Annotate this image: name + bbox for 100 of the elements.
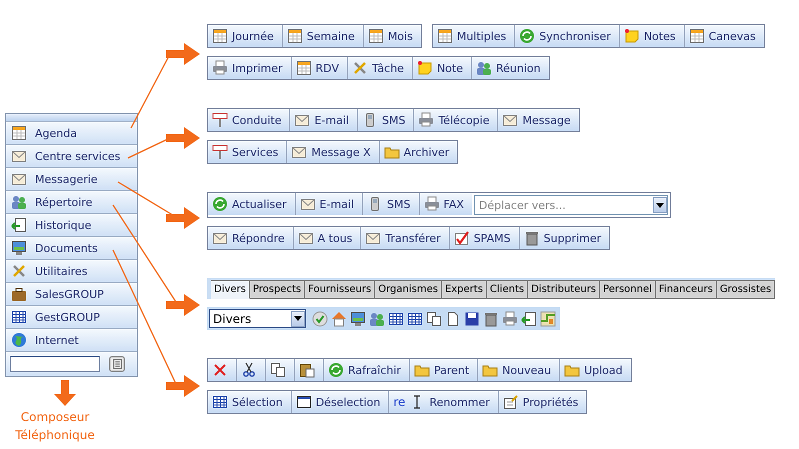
phone-number-field[interactable] bbox=[10, 356, 100, 372]
tab[interactable]: Divers bbox=[211, 280, 250, 299]
sidebar-item[interactable]: Agenda bbox=[6, 122, 137, 145]
envelope-icon bbox=[291, 144, 308, 160]
toolbar-button[interactable] bbox=[236, 359, 265, 381]
sidebar-item[interactable]: Répertoire bbox=[6, 191, 137, 214]
sidebar-item[interactable]: Utilitaires bbox=[6, 260, 137, 283]
toolbar-button[interactable]: Nouveau bbox=[477, 359, 560, 381]
briefcase-icon bbox=[11, 286, 27, 302]
toolbar-button[interactable]: Propriétés bbox=[498, 391, 586, 413]
envelope-icon bbox=[365, 230, 382, 246]
tab[interactable]: Clients bbox=[486, 280, 528, 299]
envelope-icon bbox=[502, 112, 518, 128]
tab[interactable]: Fournisseurs bbox=[305, 280, 376, 299]
toolbar-button[interactable]: Message bbox=[497, 109, 579, 131]
envelope-icon bbox=[300, 196, 316, 212]
toolbar-button[interactable]: Notes bbox=[618, 25, 684, 47]
toolbar-button[interactable]: Journée bbox=[208, 25, 282, 47]
sidebar-item[interactable]: SalesGROUP bbox=[6, 283, 137, 306]
toolbar-button[interactable] bbox=[265, 359, 294, 381]
sidebar-item[interactable]: Messagerie bbox=[6, 168, 137, 191]
toolbar-button[interactable]: Upload bbox=[559, 359, 631, 381]
tab[interactable]: Distributeurs bbox=[528, 280, 600, 299]
properties-icon bbox=[502, 394, 519, 410]
toolbar-button[interactable]: Répondre bbox=[208, 227, 293, 249]
toolbar-button[interactable]: Semaine bbox=[282, 25, 363, 47]
sync-icon bbox=[212, 196, 228, 212]
arrow-page-icon bbox=[11, 217, 27, 233]
grip-handle[interactable] bbox=[6, 114, 137, 122]
toolbar-button[interactable]: Réunion bbox=[471, 57, 549, 79]
toolbar-button[interactable] bbox=[464, 310, 480, 326]
toolbar-button[interactable]: Transférer bbox=[360, 227, 449, 249]
toolbar-button[interactable] bbox=[350, 310, 366, 326]
toolbar-button[interactable]: E-mail bbox=[289, 109, 357, 131]
people-icon bbox=[11, 194, 27, 210]
checkmark-icon bbox=[312, 310, 328, 326]
printer-icon bbox=[502, 310, 518, 326]
printer-icon bbox=[424, 196, 440, 212]
caret-icon bbox=[291, 310, 305, 326]
calendar-icon bbox=[688, 28, 705, 44]
toolbar-button[interactable]: Télécopie bbox=[413, 109, 498, 131]
toolbar-button[interactable]: FAX bbox=[418, 193, 472, 215]
toolbar-button[interactable]: Parent bbox=[408, 359, 478, 381]
tab[interactable]: Prospects bbox=[250, 280, 306, 299]
tools-icon bbox=[352, 60, 368, 76]
toolbar-button[interactable]: Synchroniser bbox=[514, 25, 619, 47]
tab[interactable]: Experts bbox=[442, 280, 487, 299]
toolbar-button[interactable] bbox=[426, 310, 442, 326]
toolbar-button[interactable]: Sélection bbox=[208, 391, 291, 413]
toolbar-button[interactable] bbox=[294, 359, 323, 381]
toolbar-button[interactable] bbox=[407, 310, 423, 326]
toolbar-button[interactable]: Canevas bbox=[684, 25, 764, 47]
toolbar-button[interactable]: Imprimer bbox=[208, 57, 291, 79]
tab[interactable]: Organismes bbox=[375, 280, 442, 299]
tab[interactable]: Grossistes bbox=[716, 280, 776, 299]
sidebar-item[interactable]: Internet bbox=[6, 329, 137, 352]
toolbar-button[interactable] bbox=[483, 310, 499, 326]
toolbar-button[interactable]: Message X bbox=[286, 141, 379, 163]
toolbar-button[interactable]: Archiver bbox=[378, 141, 458, 163]
toolbar-button[interactable]: SMS bbox=[356, 109, 414, 131]
calendar-icon bbox=[368, 28, 384, 44]
toolbar-button[interactable]: RDV bbox=[290, 57, 347, 79]
note-icon bbox=[416, 60, 433, 76]
envelope-icon bbox=[294, 112, 310, 128]
toolbar-button[interactable]: Note bbox=[412, 57, 471, 79]
scissors-icon bbox=[241, 362, 257, 378]
down-arrow bbox=[53, 380, 77, 406]
toolbar-button[interactable]: Tâche bbox=[346, 57, 412, 79]
sidebar-item[interactable]: Historique bbox=[6, 214, 137, 237]
toolbar-button[interactable]: Supprimer bbox=[518, 227, 610, 249]
toolbar-button[interactable]: Actualiser bbox=[208, 193, 295, 215]
dropdown[interactable]: Déplacer vers... bbox=[474, 195, 668, 215]
toolbar-button[interactable]: Services bbox=[208, 141, 286, 163]
sidebar-item[interactable]: GestGROUP bbox=[6, 306, 137, 329]
toolbar-button[interactable]: re Renommer bbox=[388, 391, 498, 413]
toolbar-button[interactable]: Déselection bbox=[290, 391, 388, 413]
toolbar-button[interactable]: Mois bbox=[362, 25, 421, 47]
envelope-icon bbox=[11, 148, 27, 164]
tab[interactable]: Personnel bbox=[600, 280, 656, 299]
tab[interactable]: Financeurs bbox=[656, 280, 717, 299]
map-icon bbox=[540, 310, 556, 326]
toolbar-button[interactable]: SPAMS bbox=[448, 227, 519, 249]
sidebar-item[interactable]: Centre services bbox=[6, 145, 137, 168]
people-icon bbox=[369, 310, 385, 326]
toolbar-button[interactable] bbox=[388, 310, 404, 326]
toolbar-button[interactable] bbox=[521, 310, 537, 326]
toolbar-button[interactable] bbox=[445, 310, 461, 326]
phone-icon[interactable] bbox=[108, 355, 126, 373]
sidebar-item[interactable]: Documents bbox=[6, 237, 137, 260]
trash-icon bbox=[524, 230, 540, 246]
grid-icon bbox=[388, 310, 404, 326]
arrow bbox=[166, 294, 200, 316]
toolbar-button[interactable]: Rafraîchir bbox=[323, 359, 409, 381]
toolbar-button[interactable]: Multiples bbox=[432, 25, 514, 47]
toolbar-button[interactable]: Conduite bbox=[208, 109, 290, 131]
toolbar-button[interactable]: SMS bbox=[362, 193, 419, 215]
toolbar-button[interactable]: A tous bbox=[292, 227, 360, 249]
toolbar-button[interactable]: E-mail bbox=[294, 193, 362, 215]
category-select[interactable]: Divers bbox=[209, 309, 306, 328]
arrow bbox=[166, 127, 200, 149]
